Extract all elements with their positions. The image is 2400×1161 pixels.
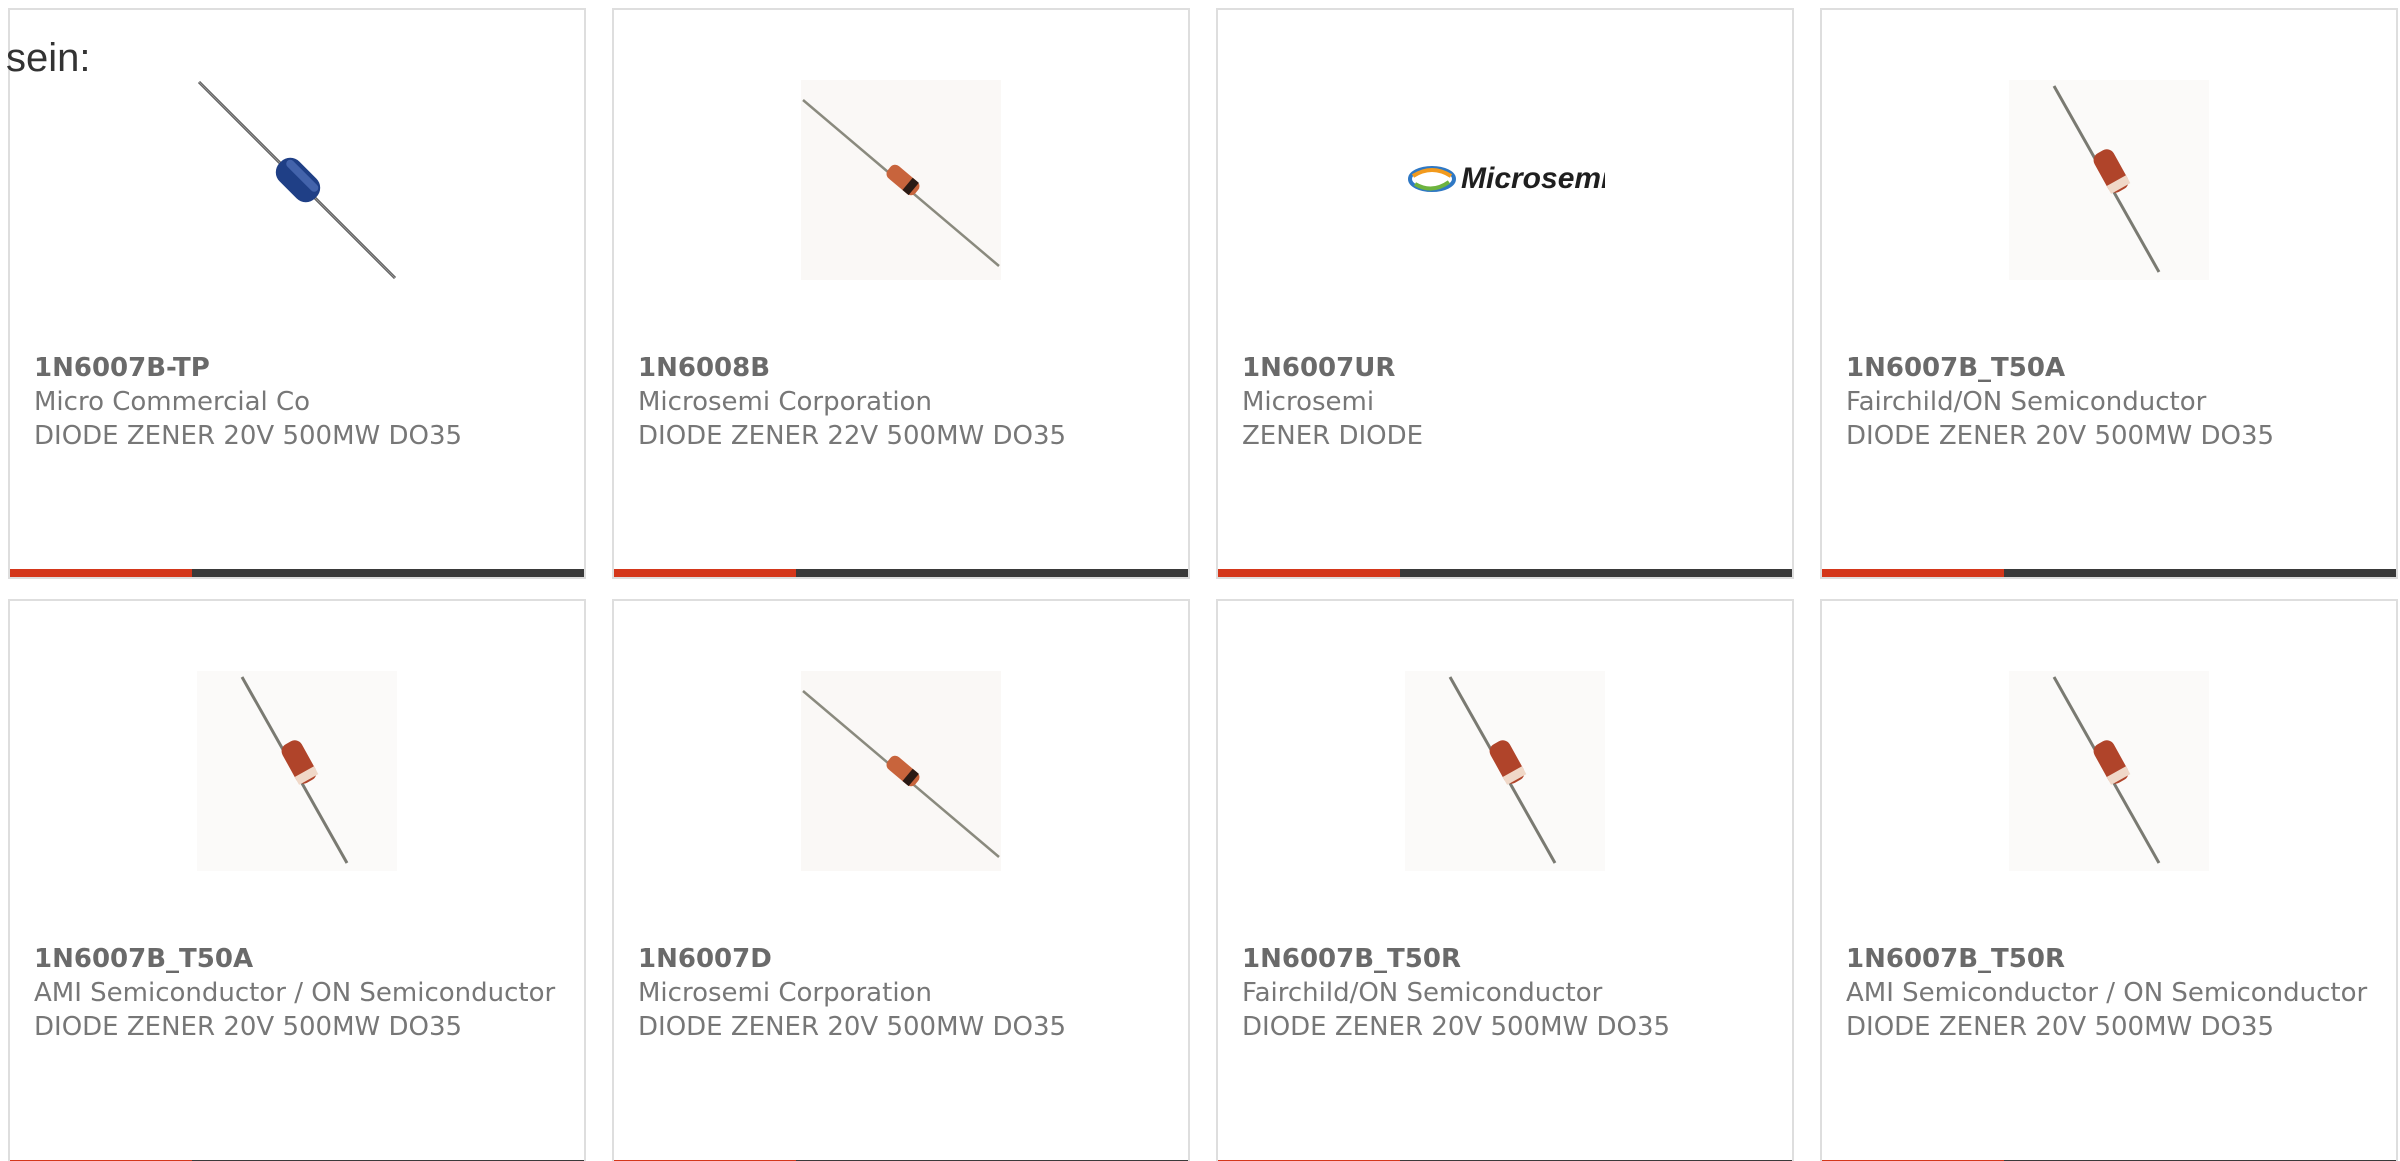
product-image[interactable] xyxy=(1405,671,1605,871)
glass-axial-diode-icon xyxy=(801,671,1001,871)
product-info: 1N6007UR Microsemi ZENER DIODE xyxy=(1242,351,1768,453)
product-image[interactable] xyxy=(2009,671,2209,871)
card-footer-bar xyxy=(10,569,584,577)
product-card[interactable]: 1N6007B_T50A AMI Semiconductor / ON Semi… xyxy=(8,599,586,1161)
microsemi-logo: Microsemi xyxy=(1408,162,1605,195)
part-number[interactable]: 1N6007B_T50R xyxy=(1846,942,2372,976)
description: DIODE ZENER 20V 500MW DO35 xyxy=(638,1012,1067,1042)
blue-axial-diode-icon xyxy=(197,80,397,280)
card-footer-accent xyxy=(614,569,796,577)
card-footer-accent xyxy=(10,569,192,577)
card-footer-bar xyxy=(614,569,1188,577)
product-info: 1N6007B-TP Micro Commercial Co DIODE ZEN… xyxy=(34,351,560,453)
manufacturer: Micro Commercial Co xyxy=(34,387,311,417)
description: DIODE ZENER 20V 500MW DO35 xyxy=(1846,421,2275,451)
product-info: 1N6007B_T50R AMI Semiconductor / ON Semi… xyxy=(1846,942,2372,1044)
part-number[interactable]: 1N6007B_T50A xyxy=(34,942,560,976)
glass-axial-diode-icon xyxy=(1405,671,1605,871)
product-card[interactable]: 1N6007D Microsemi Corporation DIODE ZENE… xyxy=(612,599,1190,1161)
description: DIODE ZENER 20V 500MW DO35 xyxy=(34,421,463,451)
product-image[interactable] xyxy=(801,80,1001,280)
glass-axial-diode-icon xyxy=(801,80,1001,280)
card-footer-accent xyxy=(1822,569,2004,577)
part-number[interactable]: 1N6007B-TP xyxy=(34,351,560,385)
product-info: 1N6007D Microsemi Corporation DIODE ZENE… xyxy=(638,942,1164,1044)
glass-axial-diode-icon xyxy=(2009,80,2209,280)
product-info: 1N6007B_T50A AMI Semiconductor / ON Semi… xyxy=(34,942,560,1044)
part-number[interactable]: 1N6007D xyxy=(638,942,1164,976)
product-card[interactable]: 1N6007B_T50R AMI Semiconductor / ON Semi… xyxy=(1820,599,2398,1161)
product-grid: 1N6007B-TP Micro Commercial Co DIODE ZEN… xyxy=(8,8,2400,1161)
part-number[interactable]: 1N6007B_T50R xyxy=(1242,942,1768,976)
product-card[interactable]: 1N6007B-TP Micro Commercial Co DIODE ZEN… xyxy=(8,8,586,579)
manufacturer: Fairchild/ON Semiconductor xyxy=(1242,978,1603,1008)
manufacturer: Fairchild/ON Semiconductor xyxy=(1846,387,2207,417)
product-results-page: sein: 1N6007B-TP Micro Commercial Co DIO… xyxy=(0,0,2400,1161)
product-image[interactable]: Microsemi xyxy=(1405,80,1605,280)
product-info: 1N6007B_T50A Fairchild/ON Semiconductor … xyxy=(1846,351,2372,453)
glass-axial-diode-icon xyxy=(2009,671,2209,871)
product-card[interactable]: 1N6007B_T50R Fairchild/ON Semiconductor … xyxy=(1216,599,1794,1161)
manufacturer: Microsemi xyxy=(1242,387,1375,417)
manufacturer: AMI Semiconductor / ON Semiconductor xyxy=(34,978,556,1008)
product-image[interactable] xyxy=(801,671,1001,871)
card-footer-bar xyxy=(1822,569,2396,577)
description: DIODE ZENER 20V 500MW DO35 xyxy=(34,1012,463,1042)
description: DIODE ZENER 20V 500MW DO35 xyxy=(1846,1012,2275,1042)
description: DIODE ZENER 22V 500MW DO35 xyxy=(638,421,1067,451)
part-number[interactable]: 1N6008B xyxy=(638,351,1164,385)
product-card[interactable]: 1N6007B_T50A Fairchild/ON Semiconductor … xyxy=(1820,8,2398,579)
product-info: 1N6007B_T50R Fairchild/ON Semiconductor … xyxy=(1242,942,1768,1044)
manufacturer: Microsemi Corporation xyxy=(638,387,932,417)
product-image[interactable] xyxy=(2009,80,2209,280)
product-info: 1N6008B Microsemi Corporation DIODE ZENE… xyxy=(638,351,1164,453)
manufacturer: AMI Semiconductor / ON Semiconductor xyxy=(1846,978,2368,1008)
description: DIODE ZENER 20V 500MW DO35 xyxy=(1242,1012,1671,1042)
description: ZENER DIODE xyxy=(1242,421,1424,451)
part-number[interactable]: 1N6007UR xyxy=(1242,351,1768,385)
lead-text: sein: xyxy=(6,36,91,80)
manufacturer: Microsemi Corporation xyxy=(638,978,932,1008)
card-footer-bar xyxy=(1218,569,1792,577)
product-image[interactable] xyxy=(197,671,397,871)
product-image[interactable] xyxy=(197,80,397,280)
svg-text:Microsemi: Microsemi xyxy=(1461,162,1605,195)
part-number[interactable]: 1N6007B_T50A xyxy=(1846,351,2372,385)
card-footer-accent xyxy=(1218,569,1400,577)
glass-axial-diode-icon xyxy=(197,671,397,871)
product-card[interactable]: 1N6008B Microsemi Corporation DIODE ZENE… xyxy=(612,8,1190,579)
product-card[interactable]: Microsemi 1N6007UR Microsemi ZENER DIODE xyxy=(1216,8,1794,579)
